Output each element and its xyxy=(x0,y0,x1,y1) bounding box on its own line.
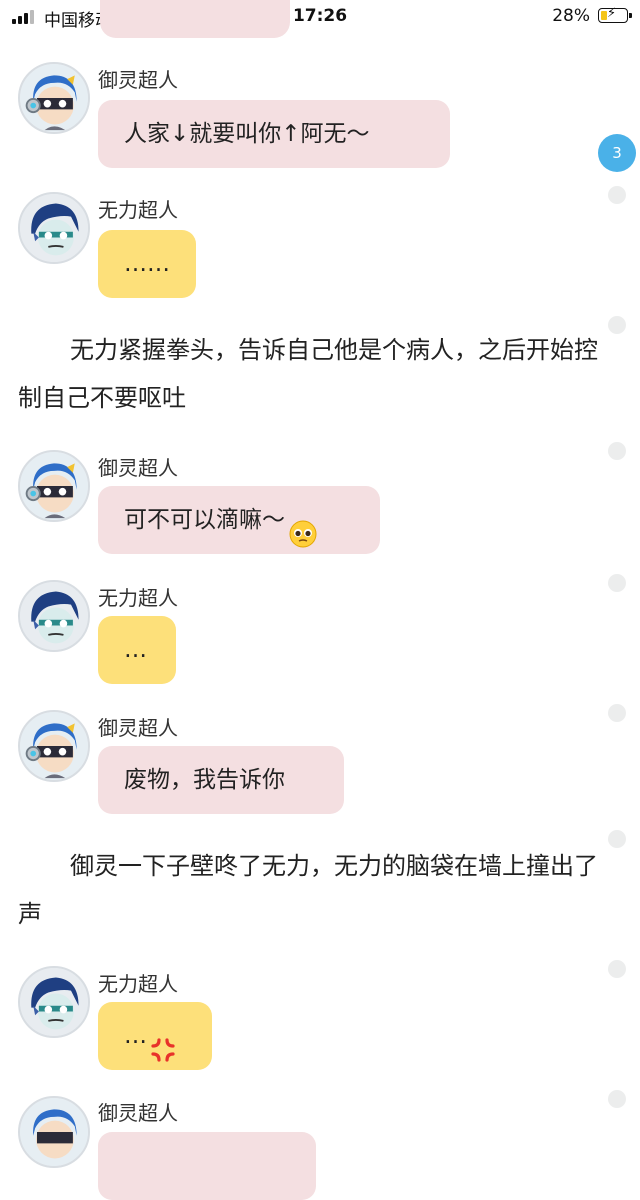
comment-dot[interactable] xyxy=(608,316,626,334)
avatar-yuling[interactable] xyxy=(18,450,90,522)
avatar-yuling[interactable] xyxy=(18,62,90,134)
wuli-avatar-icon xyxy=(20,968,88,1036)
avatar-wuli[interactable] xyxy=(18,580,90,652)
speaker-name: 无力超人 xyxy=(98,198,178,222)
yuling-avatar-icon xyxy=(20,64,88,132)
message-bubble xyxy=(98,1132,316,1200)
comment-dot[interactable] xyxy=(608,704,626,722)
battery-percent: 28% xyxy=(552,6,590,26)
comment-dot[interactable] xyxy=(608,960,626,978)
yuling-avatar-icon xyxy=(20,712,88,780)
comment-dot[interactable] xyxy=(608,442,626,460)
status-bar: 中国移动 4G 17:26 28% ⚡ xyxy=(0,0,640,34)
narration-text: 无力紧握拳头，告诉自己他是个病人，之后开始控制自己不要呕吐 xyxy=(18,336,598,412)
speaker-name: 御灵超人 xyxy=(98,68,178,92)
message-text: … xyxy=(124,1023,147,1049)
message-bubble: … xyxy=(98,1002,212,1070)
speaker-name: 御灵超人 xyxy=(98,456,178,480)
pleading-face-icon xyxy=(289,507,317,547)
avatar-wuli[interactable] xyxy=(18,966,90,1038)
message-bubble: 人家↓就要叫你↑阿无～ xyxy=(98,100,450,168)
avatar-yuling[interactable] xyxy=(18,710,90,782)
message-bubble: 可不可以滴嘛～ xyxy=(98,486,380,554)
comment-dot[interactable] xyxy=(608,830,626,848)
avatar-wuli[interactable] xyxy=(18,192,90,264)
speaker-name: 无力超人 xyxy=(98,972,178,996)
status-time: 17:26 xyxy=(292,6,348,26)
message-bubble: … xyxy=(98,616,176,684)
comment-count-badge[interactable]: 3 xyxy=(598,134,636,172)
speaker-name: 御灵超人 xyxy=(98,716,178,740)
battery-icon: ⚡ xyxy=(598,6,632,23)
speaker-name: 御灵超人 xyxy=(98,1101,178,1125)
speaker-name: 无力超人 xyxy=(98,586,178,610)
message-bubble-previous xyxy=(100,0,290,38)
comment-dot[interactable] xyxy=(608,574,626,592)
avatar-yuling[interactable] xyxy=(18,1096,90,1168)
message-text: 可不可以滴嘛～ xyxy=(124,507,285,533)
yuling-avatar-icon xyxy=(20,452,88,520)
wuli-avatar-icon xyxy=(20,194,88,262)
anger-symbol-icon xyxy=(149,1023,177,1062)
message-bubble: 废物，我告诉你 xyxy=(98,746,344,814)
yuling-avatar-icon xyxy=(20,1098,88,1166)
comment-dot[interactable] xyxy=(608,186,626,204)
comment-dot[interactable] xyxy=(608,1090,626,1108)
narration-text: 御灵一下子壁咚了无力，无力的脑袋在墙上撞出了声 xyxy=(18,852,598,928)
message-bubble: …… xyxy=(98,230,196,298)
wuli-avatar-icon xyxy=(20,582,88,650)
